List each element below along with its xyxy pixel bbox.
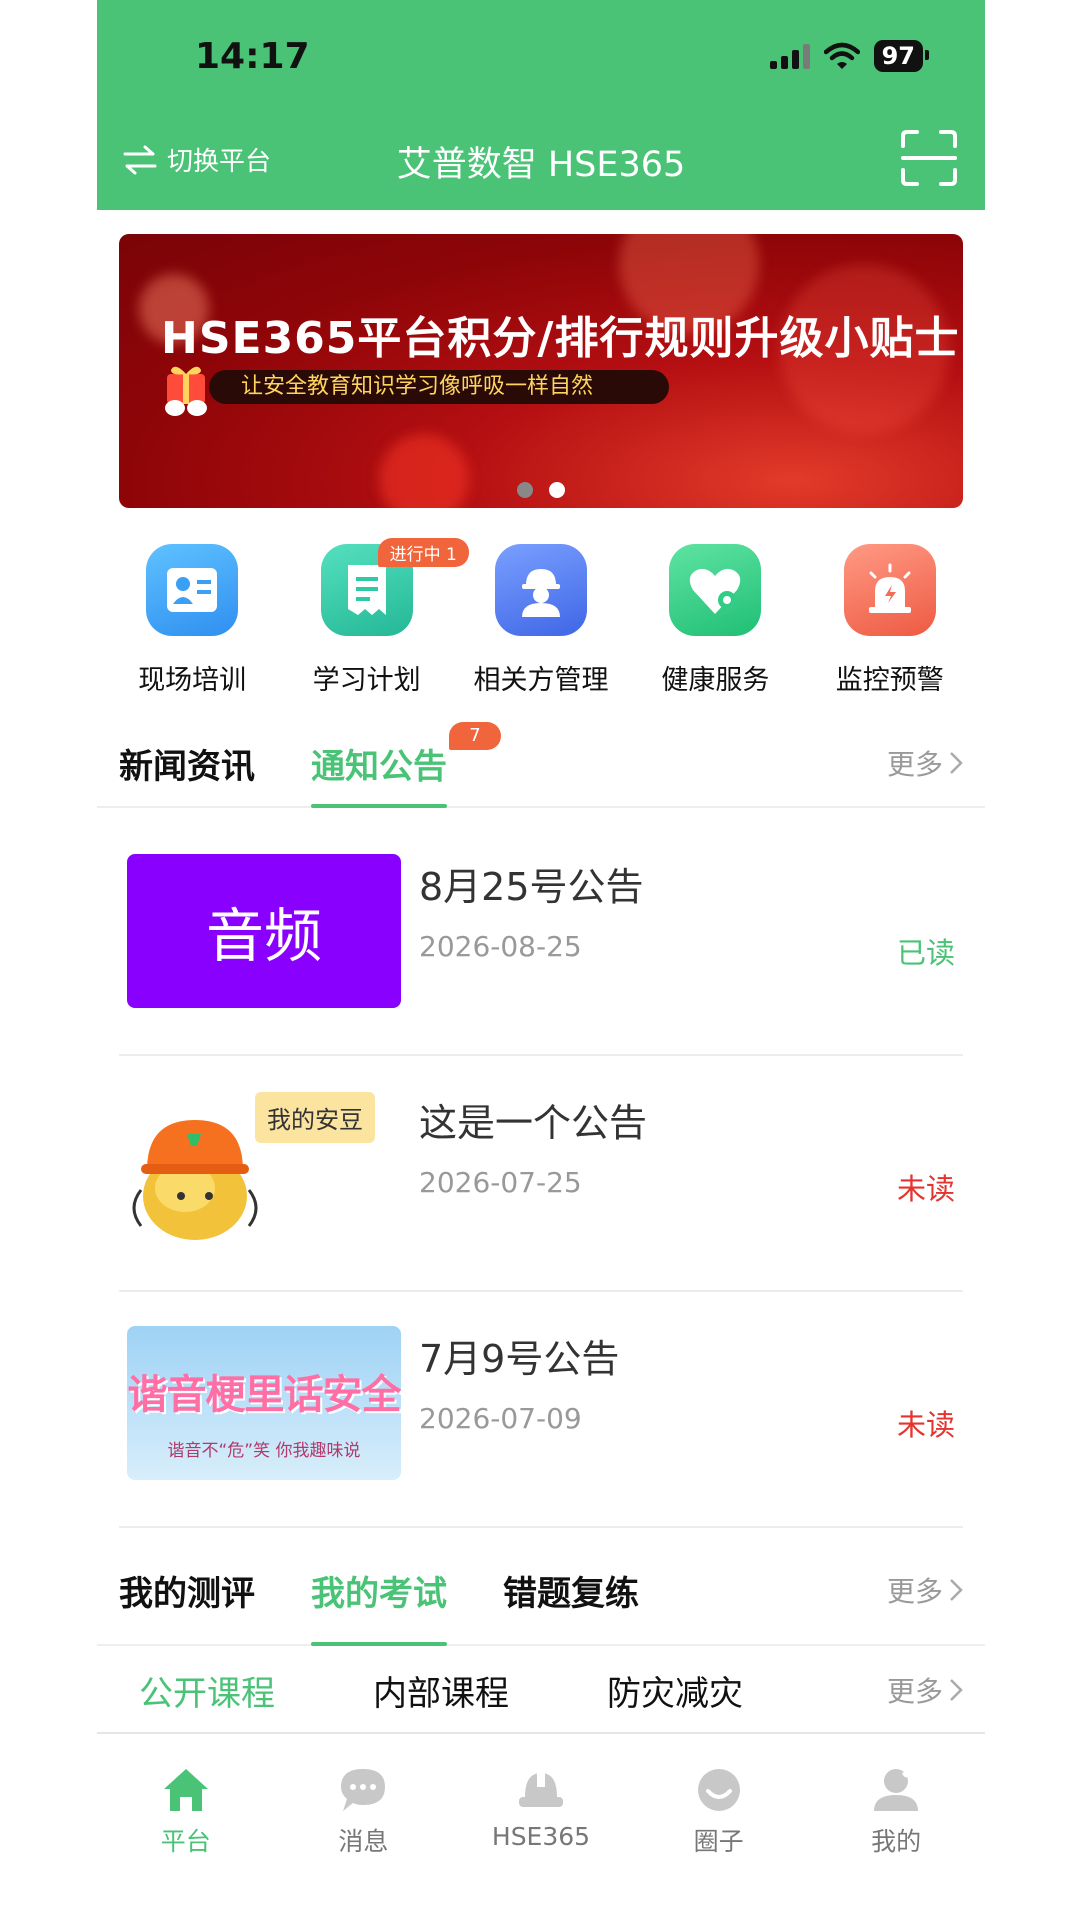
nav-profile[interactable]: 我的 [826, 1764, 966, 1858]
tab-public-courses[interactable]: 公开课程 [139, 1648, 275, 1732]
alarm-icon [843, 544, 936, 636]
thumbnail-text: 音频 [205, 902, 322, 970]
quick-action-alarm[interactable]: 监控预警 [805, 544, 975, 704]
bottom-nav: 平台 消息 HSE365 圈子 我的 [97, 1736, 985, 1856]
carousel-dots [119, 482, 963, 498]
tab-internal-courses[interactable]: 内部课程 [373, 1648, 509, 1732]
exam-tabs: 我的测评 我的考试 错题复练 更多 [97, 1536, 985, 1646]
nav-label: 消息 [338, 1827, 389, 1856]
safety-pun-thumbnail: 谐音梗里话安全 谐音不“危”笑 你我趣味说 [127, 1326, 401, 1480]
quick-action-label: 监控预警 [835, 665, 944, 696]
page-title: 艾普数智 HSE365 [396, 145, 686, 185]
unread-count-badge: 7 [449, 722, 501, 750]
battery-indicator: 97 [873, 40, 930, 72]
thumbnail-title: 谐音梗里话安全 [127, 1372, 402, 1418]
quick-action-study-plan[interactable]: 进行中 1 学习计划 [282, 538, 469, 704]
banner-subtitle: 让安全教育知识学习像呼吸一样自然 [209, 370, 669, 404]
home-icon [160, 1764, 212, 1816]
more-label: 更多 [886, 748, 943, 781]
news-more-link[interactable]: 更多 [887, 743, 963, 783]
notice-date: 2026-07-09 [419, 1402, 582, 1435]
nav-hse365[interactable]: HSE365 [471, 1764, 611, 1851]
tab-news[interactable]: 新闻资讯 [119, 720, 255, 806]
more-label: 更多 [886, 1675, 943, 1708]
tab-wrong-questions[interactable]: 错题复练 [503, 1536, 639, 1644]
carousel-dot-active[interactable] [549, 482, 565, 498]
cellular-signal-icon [769, 43, 810, 69]
nav-platform[interactable]: 平台 [116, 1764, 256, 1858]
tab-disaster-prevention[interactable]: 防灾减灾 [607, 1648, 743, 1732]
mascot-speech-bubble: 我的安豆 [255, 1092, 375, 1143]
read-status: 已读 [896, 936, 955, 970]
quick-action-contractor[interactable]: 相关方管理 [456, 544, 626, 704]
health-icon [669, 544, 762, 636]
nav-messages[interactable]: 消息 [293, 1764, 433, 1858]
chevron-right-icon [950, 1679, 963, 1701]
notice-item[interactable]: 我的安豆 这是一个公告 2026-07-25 未读 [119, 1056, 963, 1292]
carousel-dot[interactable] [517, 482, 533, 498]
quick-action-training[interactable]: 现场培训 [107, 544, 277, 704]
nav-label: HSE365 [491, 1822, 591, 1851]
notice-item[interactable]: 音频 8月25号公告 2026-08-25 已读 [119, 820, 963, 1056]
notice-date: 2026-08-25 [419, 930, 582, 963]
exam-more-link[interactable]: 更多 [887, 1570, 963, 1610]
promo-banner[interactable]: HSE365平台积分/排行规则升级小贴士 让安全教育知识学习像呼吸一样自然 [119, 234, 963, 508]
quick-action-label: 学习计划 [312, 665, 421, 696]
news-tabs: 新闻资讯 通知公告 7 更多 [97, 720, 985, 808]
status-icons: 97 [769, 40, 930, 72]
notice-title: 8月25号公告 [419, 865, 644, 909]
scan-icon[interactable] [899, 128, 959, 188]
nav-label: 我的 [871, 1827, 922, 1856]
app-screen: 14:17 97 切换平台 艾普数智 HSE365 HSE365平台积分/排行规… [97, 0, 985, 1920]
training-icon [146, 544, 239, 636]
course-more-link[interactable]: 更多 [887, 1670, 963, 1710]
message-icon [337, 1764, 389, 1816]
thumbnail-subtitle: 谐音不“危”笑 你我趣味说 [167, 1441, 361, 1461]
chevron-right-icon [950, 1579, 963, 1601]
wifi-icon [823, 42, 860, 69]
quick-action-label: 相关方管理 [473, 665, 609, 696]
tab-my-assessment[interactable]: 我的测评 [119, 1536, 255, 1644]
notice-title: 7月9号公告 [419, 1337, 620, 1381]
unread-status: 未读 [896, 1408, 955, 1442]
status-time: 14:17 [195, 36, 310, 77]
contractor-icon [494, 544, 587, 636]
unread-status: 未读 [896, 1172, 955, 1206]
course-tabs: 公开课程 内部课程 防灾减灾 更多 [97, 1648, 985, 1734]
mascot-thumbnail: 我的安豆 [127, 1090, 401, 1244]
notice-title: 这是一个公告 [419, 1101, 648, 1145]
tab-notices-label: 通知公告 [311, 746, 447, 787]
quick-action-health[interactable]: 健康服务 [630, 544, 800, 704]
nav-label: 平台 [160, 1827, 211, 1856]
notice-item[interactable]: 谐音梗里话安全 谐音不“危”笑 你我趣味说 7月9号公告 2026-07-09 … [119, 1292, 963, 1528]
quick-actions: 现场培训 进行中 1 学习计划 相关方管理 健康服务 监控预警 [97, 538, 985, 704]
banner-title: HSE365平台积分/排行规则升级小贴士 [161, 313, 960, 364]
tab-notices[interactable]: 通知公告 7 [311, 720, 501, 808]
notice-date: 2026-07-25 [419, 1166, 582, 1199]
hse-icon [515, 1764, 567, 1816]
more-label: 更多 [886, 1575, 943, 1608]
gift-icon [165, 366, 207, 416]
nav-circle[interactable]: 圈子 [649, 1764, 789, 1858]
tab-my-exams[interactable]: 我的考试 [311, 1536, 447, 1646]
profile-icon [870, 1764, 922, 1816]
quick-action-label: 现场培训 [138, 665, 247, 696]
header: 14:17 97 切换平台 艾普数智 HSE365 [97, 0, 985, 210]
chevron-right-icon [950, 752, 963, 774]
quick-action-label: 健康服务 [661, 665, 770, 696]
audio-thumbnail: 音频 [127, 854, 401, 1008]
circle-icon [693, 1764, 745, 1816]
nav-label: 圈子 [693, 1827, 744, 1856]
mascot-icon [132, 1120, 258, 1240]
